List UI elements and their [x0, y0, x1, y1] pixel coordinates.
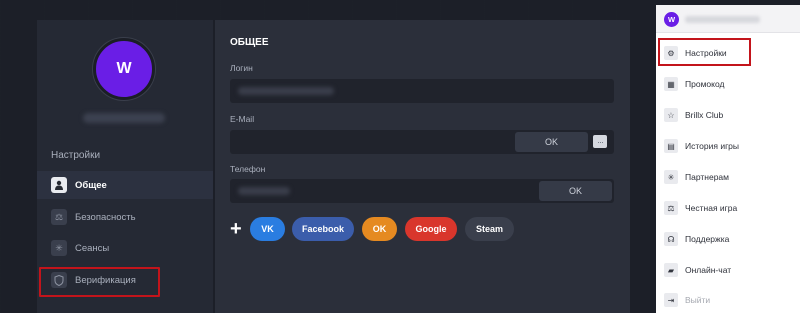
- scales-icon: ⚖: [51, 209, 67, 225]
- dropdown-item-support[interactable]: ☊ Поддержка: [656, 225, 800, 253]
- page-title: ОБЩЕЕ: [230, 37, 269, 48]
- avatar: W: [664, 12, 679, 27]
- settings-highlight-frame: [658, 38, 751, 66]
- sidebar-item-general[interactable]: Общее: [37, 171, 213, 199]
- avatar[interactable]: W: [93, 38, 155, 100]
- sidebar-section-title: Настройки: [51, 150, 101, 161]
- dropdown-item-fair-play[interactable]: ⚖ Честная игра: [656, 194, 800, 222]
- blurred-username: [685, 16, 760, 23]
- promo-icon: ▦: [664, 77, 678, 91]
- phone-ok-button[interactable]: OK: [539, 181, 612, 201]
- email-ok-button[interactable]: OK: [515, 132, 588, 152]
- sidebar-item-label: Общее: [75, 179, 107, 191]
- blurred-phone-value: [238, 187, 290, 195]
- phone-label: Телефон: [230, 164, 266, 174]
- user-icon: [51, 177, 67, 193]
- dropdown-item-brillx-club[interactable]: ☆ Brillx Club: [656, 101, 800, 129]
- more-icon[interactable]: ···: [593, 135, 607, 148]
- dropdown-item-label: Выйти: [685, 295, 711, 305]
- steam-button[interactable]: Steam: [465, 217, 514, 241]
- general-settings-panel: ОБЩЕЕ Логин E-Mail OK ··· Телефон OK + V…: [215, 20, 630, 313]
- facebook-button[interactable]: Facebook: [292, 217, 354, 241]
- dropdown-item-label: История игры: [685, 141, 740, 151]
- star-icon: ☆: [664, 108, 678, 122]
- vk-button[interactable]: VK: [250, 217, 285, 241]
- sidebar-item-security[interactable]: ⚖ Безопасность: [37, 203, 213, 231]
- sidebar-item-label: Безопасность: [75, 211, 136, 223]
- logout-icon: ⇥: [664, 293, 678, 307]
- dropdown-item-label: Поддержка: [685, 234, 730, 244]
- dropdown-item-promocode[interactable]: ▦ Промокод: [656, 70, 800, 98]
- login-label: Логин: [230, 63, 253, 73]
- history-icon: ▤: [664, 139, 678, 153]
- partners-icon: ✳: [664, 170, 678, 184]
- email-field[interactable]: OK ···: [230, 130, 614, 154]
- scales-icon: ⚖: [664, 201, 678, 215]
- dropdown-header[interactable]: W: [656, 5, 800, 33]
- headset-icon: ☊: [664, 232, 678, 246]
- blurred-username: [83, 113, 165, 123]
- add-social-icon[interactable]: +: [230, 218, 242, 241]
- dropdown-item-partners[interactable]: ✳ Партнерам: [656, 163, 800, 191]
- google-button[interactable]: Google: [405, 217, 457, 241]
- dropdown-item-logout[interactable]: ⇥ Выйти: [656, 286, 800, 313]
- sidebar-item-sessions[interactable]: ✳ Сеансы: [37, 234, 213, 262]
- blurred-login-value: [238, 87, 334, 95]
- dropdown-item-label: Честная игра: [685, 203, 738, 213]
- login-field[interactable]: [230, 79, 614, 103]
- dropdown-item-label: Партнерам: [685, 172, 729, 182]
- sessions-icon: ✳: [51, 240, 67, 256]
- verification-highlight-frame: [39, 267, 160, 297]
- phone-field[interactable]: OK: [230, 179, 614, 203]
- dropdown-item-game-history[interactable]: ▤ История игры: [656, 132, 800, 160]
- ok-button[interactable]: OK: [362, 217, 397, 241]
- dropdown-item-label: Промокод: [685, 79, 725, 89]
- dropdown-item-online-chat[interactable]: ▰ Онлайн-чат: [656, 256, 800, 284]
- sidebar-item-label: Сеансы: [75, 242, 110, 254]
- dropdown-item-label: Brillx Club: [685, 110, 724, 120]
- dropdown-item-label: Онлайн-чат: [685, 265, 732, 275]
- chat-icon: ▰: [664, 263, 678, 277]
- email-label: E-Mail: [230, 114, 255, 124]
